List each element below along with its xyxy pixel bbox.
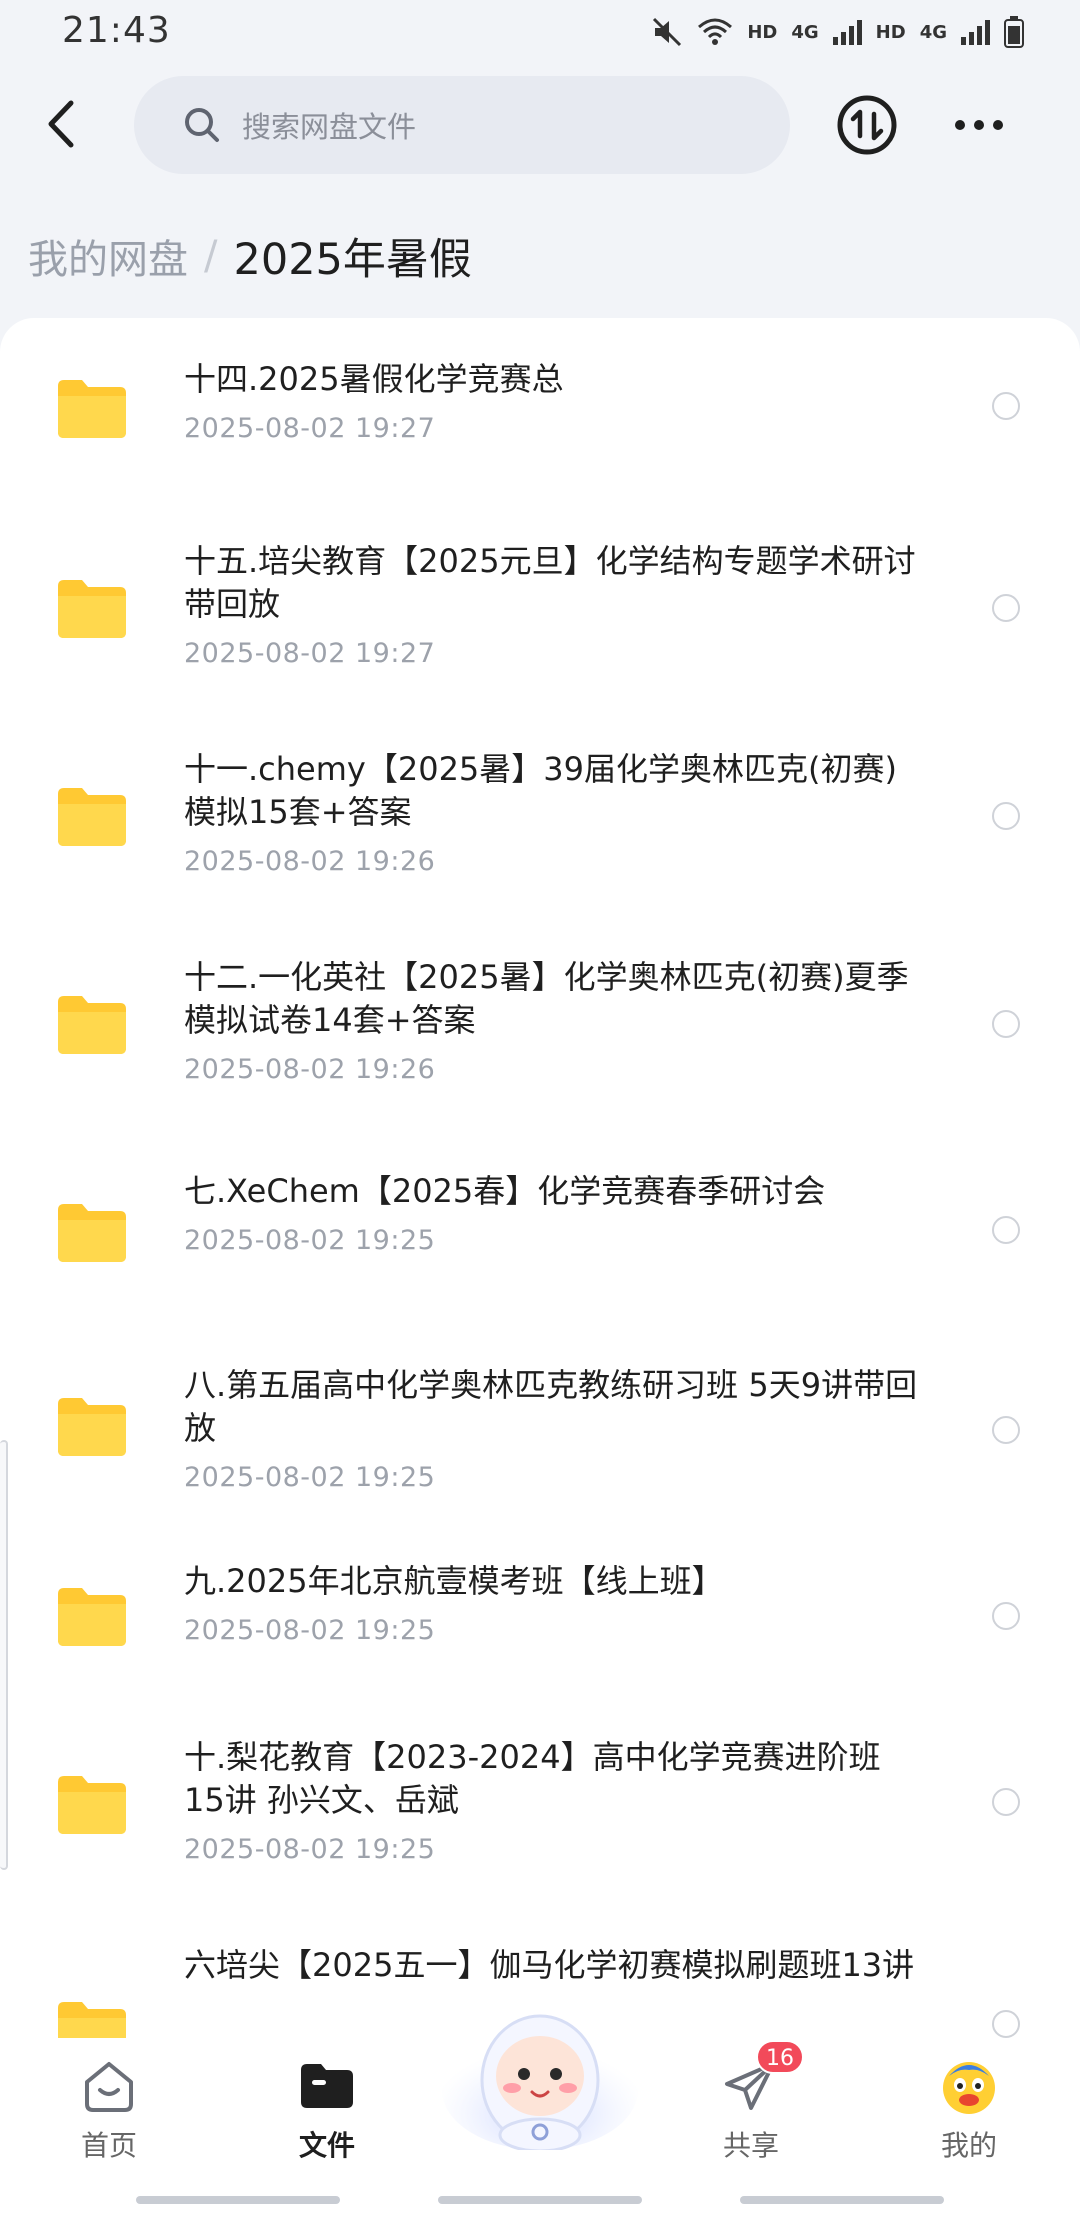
network-label-2: HD bbox=[875, 21, 906, 43]
file-name: 八.第五届高中化学奥林匹克教练研习班 5天9讲带回放 bbox=[184, 1366, 918, 1447]
file-row[interactable]: 七.XeChem【2025春】化学竞赛春季研讨会 2025-08-02 19:2… bbox=[0, 1142, 1080, 1326]
nav-files[interactable]: 文件 bbox=[262, 2056, 392, 2176]
search-input[interactable]: 搜索网盘文件 bbox=[134, 76, 790, 174]
gesture-bar-center[interactable] bbox=[438, 2196, 642, 2204]
file-row[interactable]: 十.梨花教育【2023-2024】高中化学竞赛进阶班 15讲 孙兴文、岳斌 20… bbox=[0, 1714, 1080, 1922]
file-name: 十四.2025暑假化学竞赛总 bbox=[184, 360, 564, 398]
file-name: 十二.一化英社【2025暑】化学奥林匹克(初赛)夏季模拟试卷14套+答案 bbox=[184, 958, 909, 1039]
file-date: 2025-08-02 19:27 bbox=[184, 638, 436, 669]
select-checkbox[interactable] bbox=[992, 1602, 1020, 1630]
network-gen-2: 4G bbox=[919, 21, 947, 43]
file-row[interactable]: 十五.培尖教育【2025元旦】化学结构专题学术研讨带回放 2025-08-02 … bbox=[0, 518, 1080, 726]
folder-icon bbox=[58, 1588, 126, 1646]
nav-home[interactable]: 首页 bbox=[44, 2056, 174, 2176]
home-icon bbox=[85, 2062, 133, 2112]
file-name: 七.XeChem【2025春】化学竞赛春季研讨会 bbox=[184, 1172, 826, 1210]
nav-mine-label: 我的 bbox=[940, 2129, 997, 2162]
file-row[interactable]: 八.第五届高中化学奥林匹克教练研习班 5天9讲带回放 2025-08-02 19… bbox=[0, 1326, 1080, 1532]
select-checkbox[interactable] bbox=[992, 802, 1020, 830]
more-options-icon[interactable] bbox=[944, 94, 1014, 156]
select-checkbox[interactable] bbox=[992, 1216, 1020, 1244]
transfer-list-icon[interactable] bbox=[836, 94, 898, 156]
gesture-bar-left bbox=[136, 2196, 340, 2204]
file-date: 2025-08-02 19:25 bbox=[184, 1615, 436, 1646]
network-label-1: HD bbox=[747, 21, 778, 43]
file-row[interactable]: 十二.一化英社【2025暑】化学奥林匹克(初赛)夏季模拟试卷14套+答案 202… bbox=[0, 934, 1080, 1142]
folder-filled-icon bbox=[301, 2064, 353, 2108]
gesture-bar-right bbox=[740, 2196, 944, 2204]
folder-icon bbox=[58, 1204, 126, 1262]
top-bar: 搜索网盘文件 bbox=[0, 64, 1080, 184]
folder-icon bbox=[58, 1398, 126, 1456]
status-icons: HD 4G HD 4G bbox=[651, 14, 1024, 50]
breadcrumb-root[interactable]: 我的网盘 bbox=[28, 227, 188, 285]
select-checkbox[interactable] bbox=[992, 1416, 1020, 1444]
scroll-handle[interactable] bbox=[0, 1440, 8, 1870]
status-time: 21:43 bbox=[62, 10, 171, 51]
folder-icon bbox=[58, 580, 126, 638]
chevron-left-icon bbox=[48, 100, 74, 148]
select-checkbox[interactable] bbox=[992, 1788, 1020, 1816]
select-checkbox[interactable] bbox=[992, 2010, 1020, 2038]
folder-icon bbox=[58, 996, 126, 1054]
nav-mine[interactable]: 我的 bbox=[904, 2056, 1034, 2176]
back-button[interactable] bbox=[30, 94, 90, 154]
status-bar: 21:43 HD 4G HD 4G bbox=[0, 0, 1080, 64]
nav-share[interactable]: 16 共享 bbox=[686, 2040, 816, 2176]
breadcrumb: 我的网盘 / 2025年暑假 bbox=[28, 226, 472, 286]
file-date: 2025-08-02 19:27 bbox=[184, 413, 436, 444]
breadcrumb-current: 2025年暑假 bbox=[233, 235, 472, 285]
folder-icon bbox=[58, 380, 126, 438]
nav-files-label: 文件 bbox=[298, 2129, 355, 2162]
search-icon bbox=[185, 108, 219, 142]
file-date: 2025-08-02 19:26 bbox=[184, 1054, 436, 1085]
folder-icon bbox=[58, 788, 126, 846]
mute-icon bbox=[653, 17, 682, 47]
mascot-assistant-icon[interactable] bbox=[440, 1980, 640, 2150]
file-name: 十.梨花教育【2023-2024】高中化学竞赛进阶班 15讲 孙兴文、岳斌 bbox=[184, 1738, 881, 1819]
share-badge: 16 bbox=[756, 2040, 804, 2074]
select-checkbox[interactable] bbox=[992, 392, 1020, 420]
folder-icon bbox=[58, 2002, 126, 2038]
file-list[interactable]: 十四.2025暑假化学竞赛总 2025-08-02 19:27 十五.培尖教育【… bbox=[0, 318, 1080, 2038]
file-date: 2025-08-02 19:26 bbox=[184, 846, 436, 877]
file-row[interactable]: 十一.chemy【2025暑】39届化学奥林匹克(初赛)模拟15套+答案 202… bbox=[0, 726, 1080, 934]
file-row[interactable]: 十四.2025暑假化学竞赛总 2025-08-02 19:27 bbox=[0, 318, 1080, 518]
search-placeholder: 搜索网盘文件 bbox=[242, 110, 417, 144]
wifi-icon bbox=[698, 18, 733, 45]
screen: 21:43 HD 4G HD 4G 搜索网盘文件 我的网盘 / 2025年暑假 … bbox=[0, 0, 1080, 2221]
select-checkbox[interactable] bbox=[992, 594, 1020, 622]
file-name: 十一.chemy【2025暑】39届化学奥林匹克(初赛)模拟15套+答案 bbox=[184, 750, 897, 831]
signal-icon-2 bbox=[961, 19, 990, 45]
file-date: 2025-08-02 19:25 bbox=[184, 1462, 436, 1493]
file-name: 九.2025年北京航壹模考班【线上班】 bbox=[184, 1562, 724, 1600]
signal-icon-1 bbox=[832, 19, 862, 45]
breadcrumb-separator: / bbox=[204, 233, 218, 279]
nav-home-label: 首页 bbox=[80, 2129, 137, 2162]
battery-icon bbox=[1004, 16, 1024, 48]
nav-share-label: 共享 bbox=[722, 2129, 779, 2162]
file-row[interactable]: 九.2025年北京航壹模考班【线上班】 2025-08-02 19:25 bbox=[0, 1532, 1080, 1714]
file-name: 十五.培尖教育【2025元旦】化学结构专题学术研讨带回放 bbox=[184, 542, 916, 623]
file-date: 2025-08-02 19:25 bbox=[184, 1834, 436, 1865]
folder-icon bbox=[58, 1776, 126, 1834]
network-gen-1: 4G bbox=[791, 21, 819, 43]
file-date: 2025-08-02 19:25 bbox=[184, 1225, 436, 1256]
avatar bbox=[943, 2062, 995, 2114]
select-checkbox[interactable] bbox=[992, 1010, 1020, 1038]
